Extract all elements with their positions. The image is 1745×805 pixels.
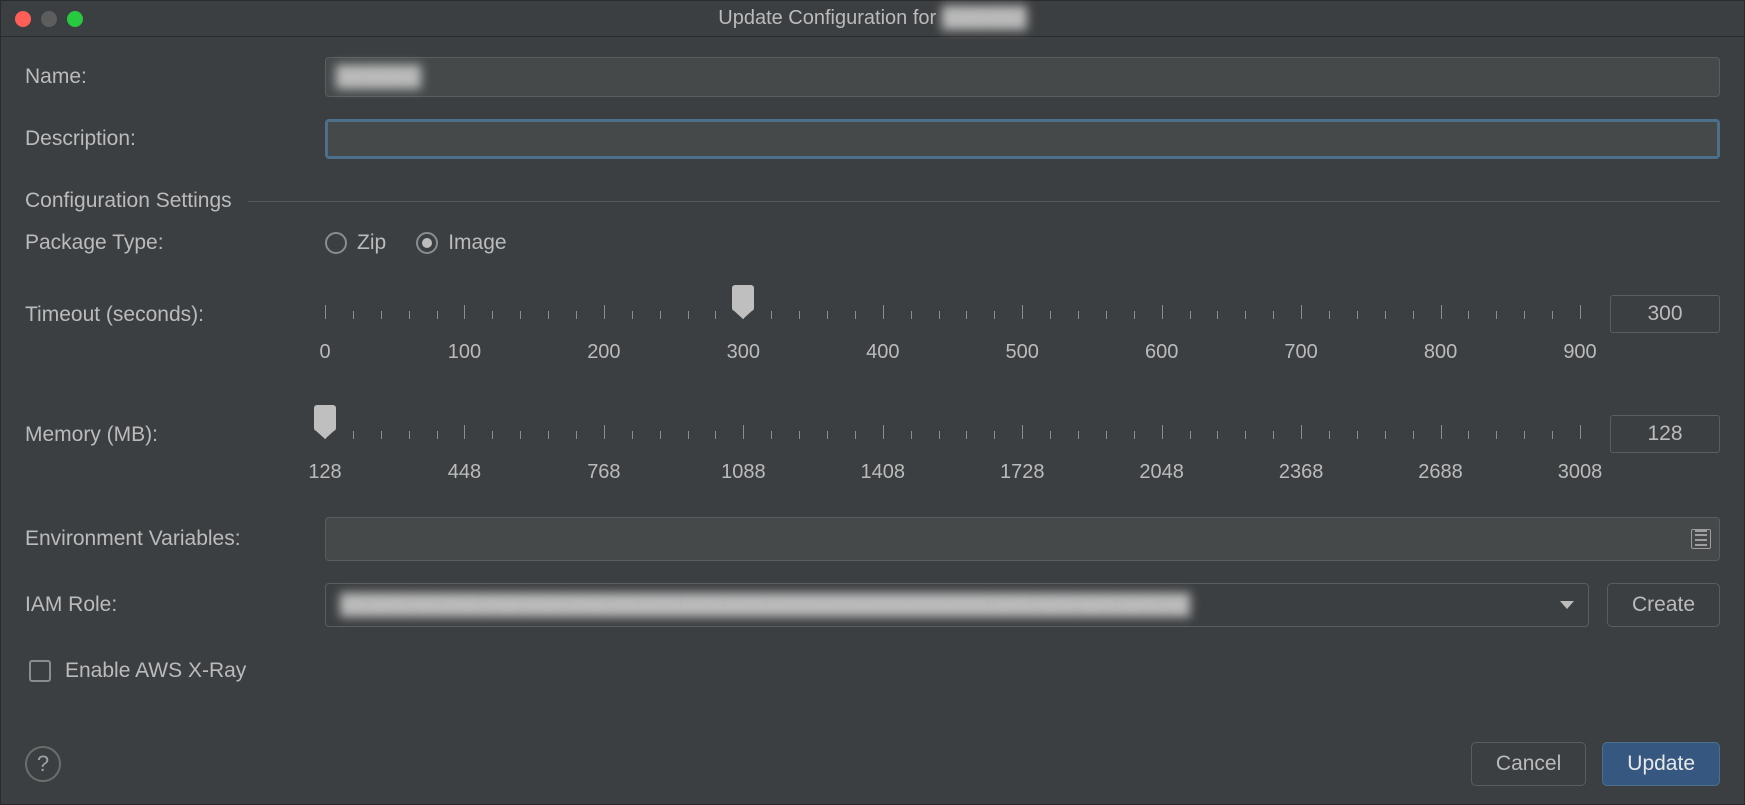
iam-role-value: ████████████████████████████████████████… <box>340 594 1190 617</box>
env-vars-label: Environment Variables: <box>25 527 325 551</box>
enable-xray-checkbox[interactable]: Enable AWS X-Ray <box>29 659 1720 683</box>
memory-label: Memory (MB): <box>25 397 325 447</box>
slider-tick-label: 2048 <box>1139 461 1184 484</box>
description-field[interactable] <box>325 119 1720 159</box>
iam-role-label: IAM Role: <box>25 593 325 617</box>
name-field[interactable]: ██████ <box>325 57 1720 97</box>
name-label: Name: <box>25 65 325 89</box>
timeout-slider[interactable]: 0100200300400500600700800900 <box>325 277 1580 369</box>
enable-xray-label: Enable AWS X-Ray <box>65 659 246 683</box>
slider-tick-label: 400 <box>866 341 899 364</box>
memory-value[interactable]: 128 <box>1610 415 1720 453</box>
slider-tick-label: 1088 <box>721 461 766 484</box>
slider-tick-label: 500 <box>1006 341 1039 364</box>
package-type-zip-radio[interactable]: Zip <box>325 231 386 255</box>
help-button[interactable]: ? <box>25 746 61 782</box>
slider-tick-label: 0 <box>319 341 330 364</box>
radio-icon <box>325 232 347 254</box>
slider-tick-label: 2368 <box>1279 461 1324 484</box>
slider-tick-label: 1728 <box>1000 461 1045 484</box>
minimize-window-button[interactable] <box>41 11 57 27</box>
slider-tick-label: 800 <box>1424 341 1457 364</box>
memory-slider[interactable]: 1284487681088140817282048236826883008 <box>325 397 1580 489</box>
package-type-label: Package Type: <box>25 231 325 255</box>
slider-tick-label: 3008 <box>1558 461 1603 484</box>
package-type-image-radio[interactable]: Image <box>416 231 506 255</box>
slider-tick-label: 900 <box>1563 341 1596 364</box>
slider-tick-label: 200 <box>587 341 620 364</box>
timeout-value[interactable]: 300 <box>1610 295 1720 333</box>
timeout-label: Timeout (seconds): <box>25 277 325 327</box>
slider-tick-label: 300 <box>727 341 760 364</box>
cancel-button[interactable]: Cancel <box>1471 742 1586 786</box>
slider-thumb[interactable] <box>314 405 336 431</box>
checkbox-icon <box>29 660 51 682</box>
window-controls <box>1 11 83 27</box>
radio-label-zip: Zip <box>357 231 386 255</box>
slider-thumb[interactable] <box>732 285 754 311</box>
window-title: Update Configuration for ██████ <box>1 7 1744 30</box>
slider-tick-label: 700 <box>1284 341 1317 364</box>
slider-tick-label: 128 <box>308 461 341 484</box>
slider-tick-label: 1408 <box>861 461 906 484</box>
slider-tick-label: 2688 <box>1418 461 1463 484</box>
slider-tick-label: 768 <box>587 461 620 484</box>
slider-tick-label: 100 <box>448 341 481 364</box>
section-rule <box>248 201 1720 202</box>
description-input[interactable] <box>337 127 1708 152</box>
maximize-window-button[interactable] <box>67 11 83 27</box>
radio-icon <box>416 232 438 254</box>
list-icon[interactable] <box>1691 529 1711 549</box>
slider-tick-label: 600 <box>1145 341 1178 364</box>
configuration-settings-header: Configuration Settings <box>25 189 232 213</box>
title-bar: Update Configuration for ██████ <box>1 1 1744 37</box>
radio-label-image: Image <box>448 231 506 255</box>
window-title-prefix: Update Configuration for <box>718 7 941 29</box>
description-label: Description: <box>25 127 325 151</box>
update-button[interactable]: Update <box>1602 742 1720 786</box>
create-role-button[interactable]: Create <box>1607 583 1720 627</box>
name-value: ██████ <box>336 66 421 89</box>
iam-role-select[interactable]: ████████████████████████████████████████… <box>325 583 1589 627</box>
chevron-down-icon <box>1560 601 1574 609</box>
close-window-button[interactable] <box>15 11 31 27</box>
window-title-name: ██████ <box>942 7 1027 30</box>
slider-tick-label: 448 <box>448 461 481 484</box>
env-vars-field[interactable] <box>325 517 1720 561</box>
